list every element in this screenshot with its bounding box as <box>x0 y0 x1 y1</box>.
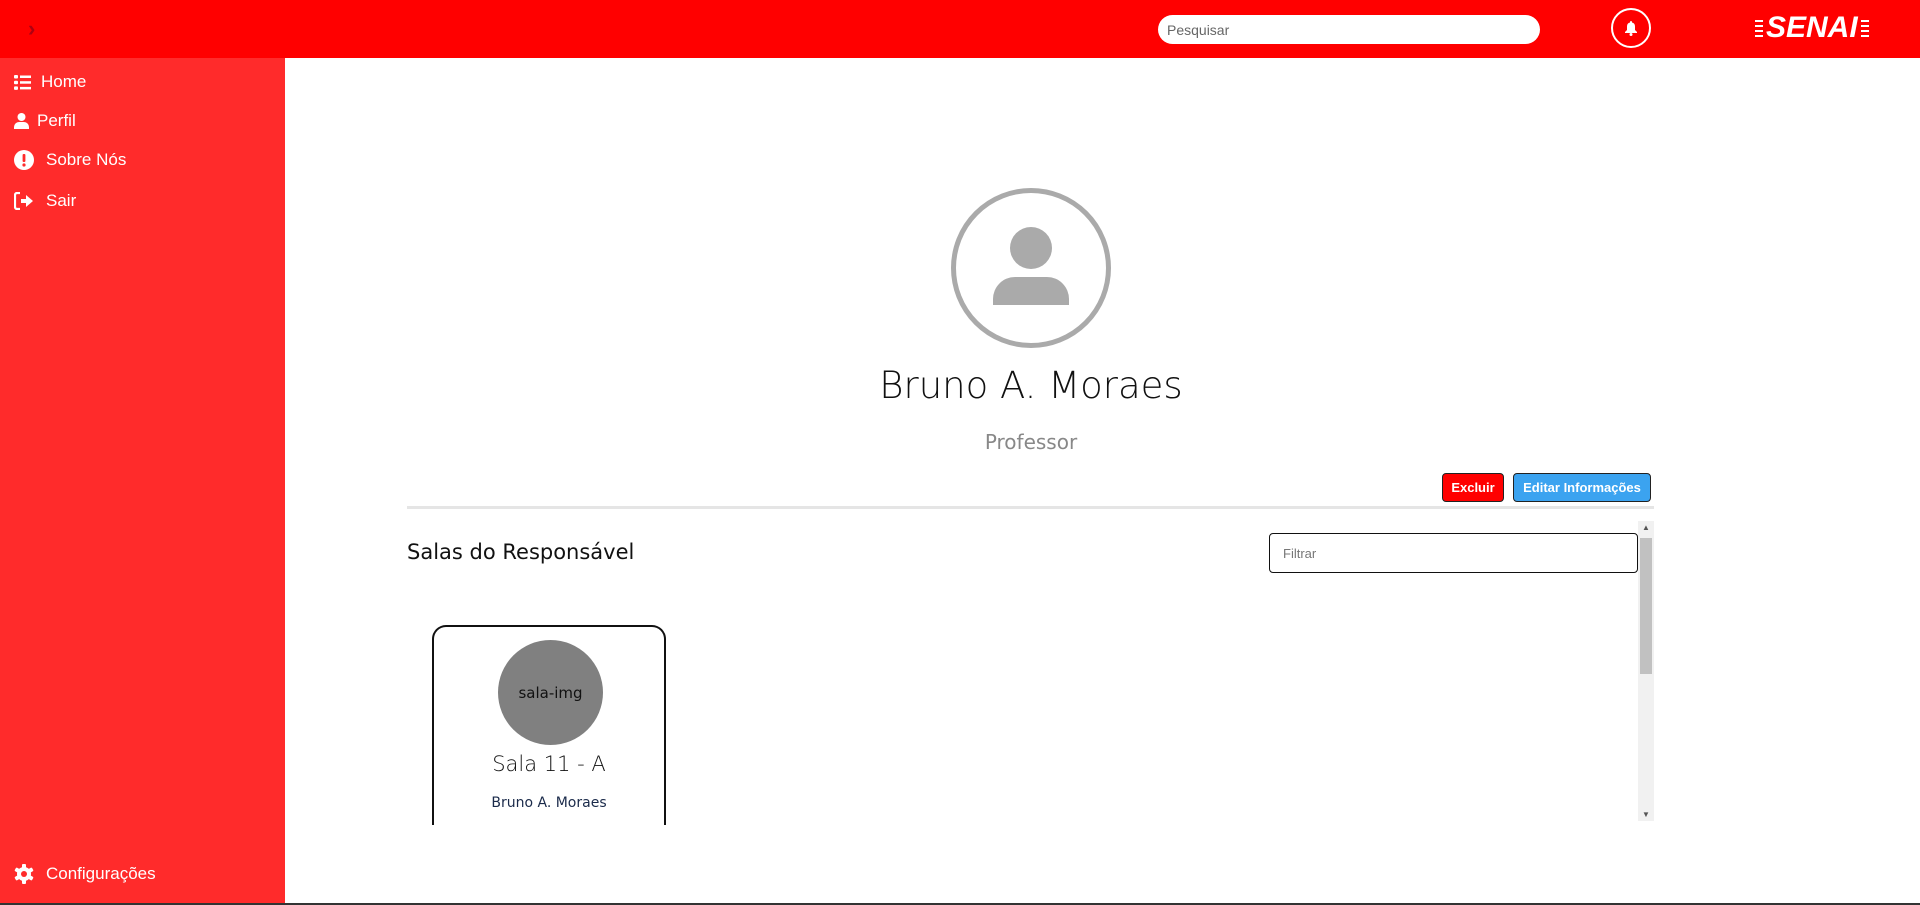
sidebar-item-home[interactable]: Home <box>14 72 86 92</box>
profile-avatar <box>951 188 1111 348</box>
sidebar-item-label: Sair <box>46 191 77 210</box>
filter-input[interactable] <box>1269 533 1638 573</box>
sidebar-item-label: Home <box>41 72 87 91</box>
sidebar-item-perfil[interactable]: Perfil <box>14 111 76 131</box>
list-icon <box>14 74 31 90</box>
senai-logo: SENAI <box>1752 11 1872 44</box>
room-title: Sala 11 - A <box>492 752 606 776</box>
profile-role: Professor <box>984 430 1078 454</box>
sidebar-item-label: Perfil <box>37 111 76 130</box>
rooms-section-title: Salas do Responsável <box>407 540 635 564</box>
logo-text: SENAI <box>1766 11 1858 44</box>
delete-button[interactable]: Excluir <box>1442 473 1504 502</box>
sidebar: Home Perfil Sobre Nós Sair Configurações <box>0 58 285 905</box>
sidebar-item-configuracoes[interactable]: Configurações <box>14 864 156 884</box>
scroll-up-arrow-icon[interactable]: ▲ <box>1638 523 1654 532</box>
room-owner: Bruno A. Moraes <box>491 795 607 811</box>
sidebar-item-label: Sobre Nós <box>46 150 127 169</box>
sidebar-item-sair[interactable]: Sair <box>14 191 76 211</box>
sidebar-item-sobre-nos[interactable]: Sobre Nós <box>14 150 126 170</box>
search-input[interactable] <box>1158 15 1540 44</box>
rooms-scrollbar[interactable]: ▲ ▼ <box>1638 521 1654 821</box>
edit-info-button[interactable]: Editar Informações <box>1513 473 1651 502</box>
scrollbar-thumb[interactable] <box>1640 538 1652 674</box>
divider <box>407 506 1654 509</box>
notifications-bell-button[interactable] <box>1611 8 1651 48</box>
profile-name: Bruno A. Moraes <box>879 364 1183 407</box>
bell-icon <box>1625 21 1637 36</box>
room-card[interactable]: sala-img Sala 11 - A Bruno A. Moraes <box>432 625 666 825</box>
room-image-broken: sala-img <box>498 640 603 745</box>
gear-icon <box>14 864 34 884</box>
exclamation-circle-icon <box>14 150 34 170</box>
room-image-alt: sala-img <box>518 683 583 702</box>
user-icon <box>14 113 29 129</box>
sidebar-toggle-chevron-icon[interactable]: › <box>28 16 35 42</box>
sign-out-icon <box>14 192 33 210</box>
top-header: › SENAI <box>0 0 1920 58</box>
sidebar-item-label: Configurações <box>46 864 156 883</box>
user-placeholder-icon <box>993 227 1069 305</box>
scroll-down-arrow-icon[interactable]: ▼ <box>1638 810 1654 819</box>
